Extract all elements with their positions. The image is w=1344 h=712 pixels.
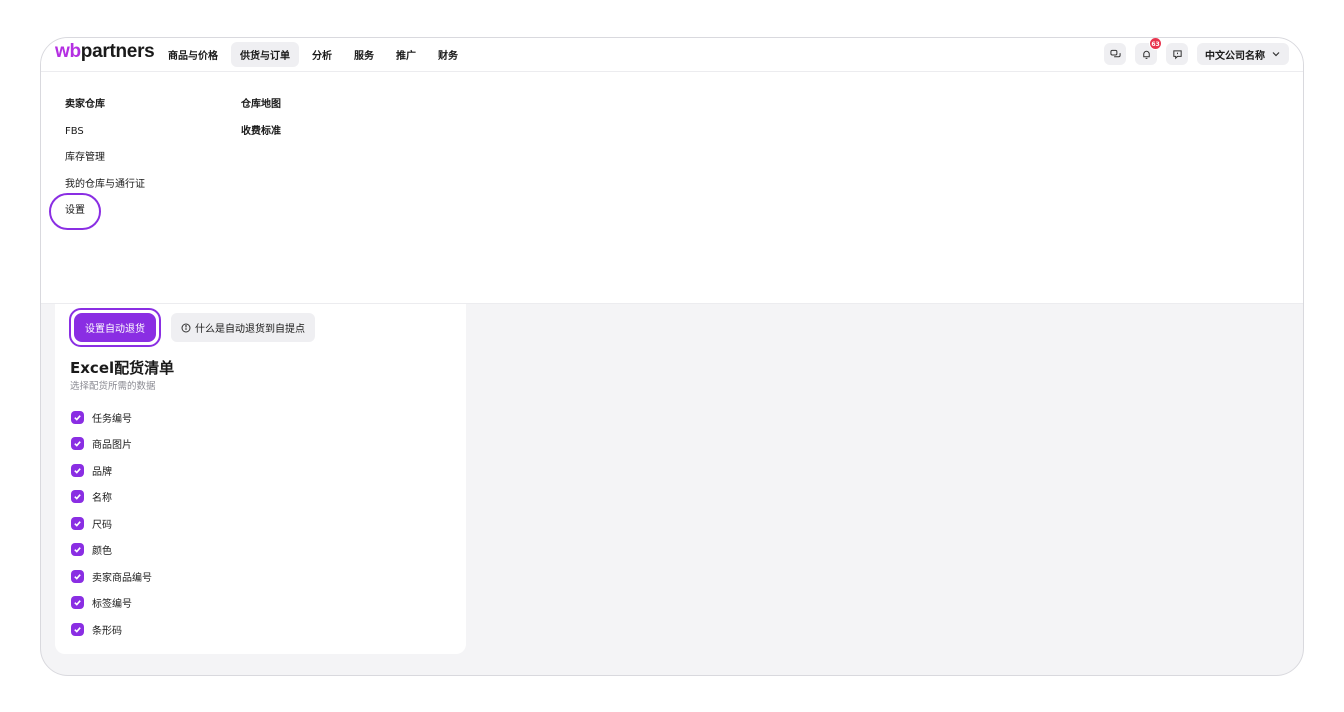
dropdown-column-2: 仓库地图 收费标准 <box>241 98 281 151</box>
menu-seller-warehouse[interactable]: 卖家仓库 <box>65 98 145 125</box>
top-navbar: wbpartners 商品与价格 供货与订单 分析 服务 推广 财务 63 中文… <box>41 38 1303 72</box>
chevron-down-icon <box>1272 52 1280 57</box>
checkbox-checked-icon <box>71 490 84 504</box>
checkbox-label-number[interactable]: 标签编号 <box>71 590 152 617</box>
header-actions: 63 中文公司名称 <box>1104 38 1289 65</box>
menu-tariffs[interactable]: 收费标准 <box>241 125 281 152</box>
checkbox-checked-icon <box>71 543 84 557</box>
menu-warehouse-map[interactable]: 仓库地图 <box>241 98 281 125</box>
excel-fields-checklist: 任务编号 商品图片 品牌 名称 尺码 颜色 卖家商品编号 标签编号 条形码 <box>71 404 152 643</box>
nav-finance[interactable]: 财务 <box>429 42 467 67</box>
bell-icon <box>1142 50 1150 59</box>
checkbox-checked-icon <box>71 437 84 451</box>
checkbox-label: 尺码 <box>92 519 112 531</box>
wbpartners-logo[interactable]: wbpartners <box>55 41 155 63</box>
company-name: 中文公司名称 <box>1205 50 1265 62</box>
checkbox-color[interactable]: 颜色 <box>71 537 152 564</box>
checkbox-label: 商品图片 <box>92 440 132 452</box>
checkbox-label: 名称 <box>92 493 112 505</box>
nav-supply-orders[interactable]: 供货与订单 <box>231 42 299 67</box>
checkbox-checked-icon <box>71 410 84 424</box>
chat-bubbles-icon <box>1109 49 1121 57</box>
checkbox-seller-sku[interactable]: 卖家商品编号 <box>71 563 152 590</box>
checkbox-label: 条形码 <box>92 625 122 637</box>
settings-card: 设置自动退货 什么是自动退货到自提点 Excel配货清单 选择配货所需的数据 任… <box>55 304 466 654</box>
menu-fbs[interactable]: FBS <box>65 125 145 152</box>
feedback-button[interactable] <box>1166 43 1188 65</box>
menu-settings[interactable]: 设置 <box>65 204 145 231</box>
notifications-badge: 63 <box>1149 38 1162 50</box>
checkbox-checked-icon <box>71 569 84 583</box>
checkbox-label: 品牌 <box>92 466 112 478</box>
checkbox-label: 颜色 <box>92 546 112 558</box>
nav-promotion[interactable]: 推广 <box>387 42 425 67</box>
menu-my-warehouses-passes[interactable]: 我的仓库与通行证 <box>65 178 145 205</box>
menu-inventory-management[interactable]: 库存管理 <box>65 151 145 178</box>
primary-button-highlight: 设置自动退货 <box>69 308 161 347</box>
nav-services[interactable]: 服务 <box>345 42 383 67</box>
checkbox-label: 卖家商品编号 <box>92 572 152 584</box>
action-row: 设置自动退货 什么是自动退货到自提点 <box>69 308 315 347</box>
app-window: wbpartners 商品与价格 供货与订单 分析 服务 推广 财务 63 中文… <box>40 37 1304 676</box>
checkbox-name[interactable]: 名称 <box>71 484 152 511</box>
setup-auto-return-button[interactable]: 设置自动退货 <box>74 313 156 342</box>
nav-products-prices[interactable]: 商品与价格 <box>159 42 227 67</box>
checkbox-product-image[interactable]: 商品图片 <box>71 431 152 458</box>
info-circle-icon <box>181 323 191 332</box>
feedback-icon <box>1172 49 1182 59</box>
checkbox-checked-icon <box>71 463 84 477</box>
checkbox-brand[interactable]: 品牌 <box>71 457 152 484</box>
auto-return-info-label: 什么是自动退货到自提点 <box>195 324 305 335</box>
supply-orders-dropdown: 卖家仓库 FBS 库存管理 我的仓库与通行证 设置 仓库地图 收费标准 <box>41 72 1303 304</box>
checkbox-label: 任务编号 <box>92 413 132 425</box>
checkbox-checked-icon <box>71 516 84 530</box>
company-selector[interactable]: 中文公司名称 <box>1197 43 1289 65</box>
section-subtitle: 选择配货所需的数据 <box>70 381 156 392</box>
chat-button[interactable] <box>1104 43 1126 65</box>
checkbox-checked-icon <box>71 622 84 636</box>
checkbox-task-number[interactable]: 任务编号 <box>71 404 152 431</box>
checkbox-label: 标签编号 <box>92 599 132 611</box>
section-title: Excel配货清单 <box>70 359 175 377</box>
checkbox-size[interactable]: 尺码 <box>71 510 152 537</box>
notifications-button[interactable]: 63 <box>1135 38 1162 65</box>
checkbox-checked-icon <box>71 596 84 610</box>
checkbox-barcode[interactable]: 条形码 <box>71 616 152 643</box>
main-nav: 商品与价格 供货与订单 分析 服务 推广 财务 <box>159 42 467 67</box>
dropdown-column-1: 卖家仓库 FBS 库存管理 我的仓库与通行证 设置 <box>65 98 145 231</box>
nav-analytics[interactable]: 分析 <box>303 42 341 67</box>
auto-return-info-button[interactable]: 什么是自动退货到自提点 <box>171 313 315 342</box>
